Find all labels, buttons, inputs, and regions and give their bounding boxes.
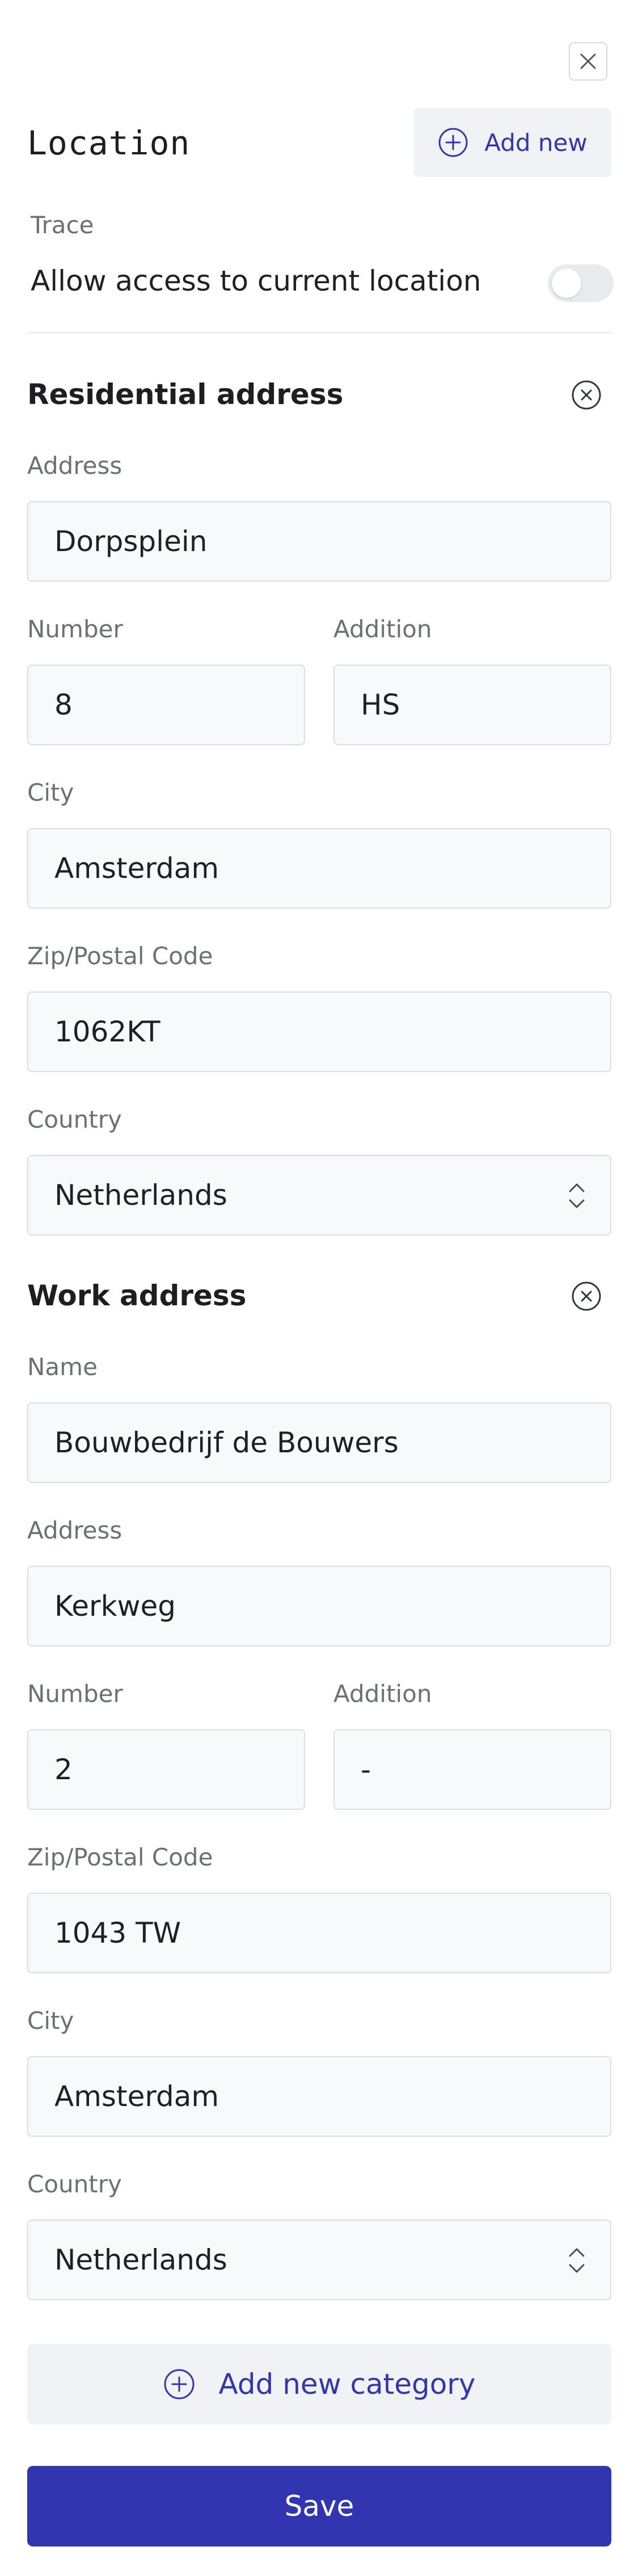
residential-number-label: Number xyxy=(27,615,123,643)
close-icon xyxy=(580,53,596,69)
residential-address-label: Address xyxy=(27,452,122,480)
remove-work-button[interactable] xyxy=(571,1280,602,1312)
remove-circle-icon xyxy=(572,1281,601,1311)
work-zip-label: Zip/Postal Code xyxy=(27,1843,213,1871)
work-country-label: Country xyxy=(27,2170,122,2198)
residential-number-field[interactable]: 8 xyxy=(27,665,305,745)
residential-zip-field[interactable]: 1062KT xyxy=(27,991,611,1072)
work-name-label: Name xyxy=(27,1353,98,1381)
work-address-label: Address xyxy=(27,1516,122,1544)
work-addition-label: Addition xyxy=(333,1680,432,1708)
residential-addition-field[interactable]: HS xyxy=(333,665,611,745)
work-country-select[interactable]: Netherlands xyxy=(27,2220,611,2300)
save-button[interactable]: Save xyxy=(27,2466,611,2546)
divider xyxy=(27,332,611,333)
work-address-field[interactable]: Kerkweg xyxy=(27,1566,611,1646)
work-country-value: Netherlands xyxy=(54,2243,227,2276)
work-city-field[interactable]: Amsterdam xyxy=(27,2056,611,2137)
residential-country-value: Netherlands xyxy=(54,1179,227,1212)
location-access-toggle[interactable] xyxy=(548,264,614,302)
work-city-label: City xyxy=(27,2007,74,2035)
trace-label: Trace xyxy=(31,211,94,239)
work-address-title: Work address xyxy=(27,1279,247,1312)
plus-circle-icon xyxy=(164,2369,195,2399)
plus-circle-icon xyxy=(438,128,468,157)
add-new-category-label: Add new category xyxy=(218,2368,476,2401)
close-button[interactable] xyxy=(569,42,607,81)
toggle-knob xyxy=(552,268,581,298)
remove-circle-icon xyxy=(572,380,601,410)
residential-address-field[interactable]: Dorpsplein xyxy=(27,501,611,582)
residential-addition-label: Addition xyxy=(333,615,432,643)
add-new-label: Add new xyxy=(484,128,588,157)
work-number-field[interactable]: 2 xyxy=(27,1729,305,1810)
residential-zip-label: Zip/Postal Code xyxy=(27,942,213,970)
work-addition-field[interactable]: - xyxy=(333,1729,611,1810)
chevron-up-down-icon xyxy=(569,1183,585,1208)
residential-country-label: Country xyxy=(27,1106,122,1133)
page-title: Location xyxy=(27,124,191,162)
residential-address-title: Residential address xyxy=(27,378,344,411)
residential-city-field[interactable]: Amsterdam xyxy=(27,828,611,909)
residential-city-label: City xyxy=(27,779,74,806)
work-name-field[interactable]: Bouwbedrijf de Bouwers xyxy=(27,1402,611,1483)
work-zip-field[interactable]: 1043 TW xyxy=(27,1893,611,1973)
add-new-button[interactable]: Add new xyxy=(414,108,611,177)
remove-residential-button[interactable] xyxy=(571,379,602,411)
location-access-label: Allow access to current location xyxy=(31,264,481,297)
chevron-up-down-icon xyxy=(569,2248,585,2273)
add-new-category-button[interactable]: Add new category xyxy=(27,2344,611,2424)
work-number-label: Number xyxy=(27,1680,123,1708)
residential-country-select[interactable]: Netherlands xyxy=(27,1155,611,1236)
